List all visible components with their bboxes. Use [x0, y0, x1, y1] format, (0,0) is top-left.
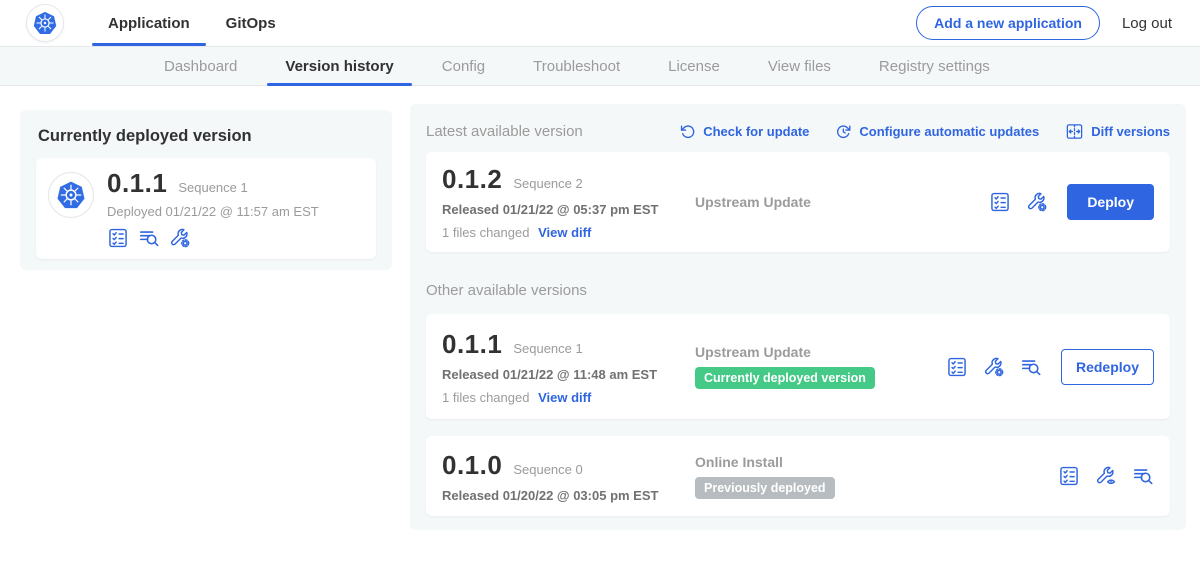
- tab-gitops[interactable]: GitOps: [208, 0, 294, 46]
- top-nav: Application GitOps Add a new application…: [0, 0, 1200, 46]
- tab-gitops-label: GitOps: [226, 15, 276, 32]
- deploy-logs-search-icon[interactable]: [138, 227, 160, 249]
- released-timestamp: Released 01/21/22 @ 11:48 am EST: [442, 367, 695, 382]
- configure-automatic-updates-label: Configure automatic updates: [859, 124, 1039, 139]
- currently-deployed-title: Currently deployed version: [38, 127, 376, 146]
- app-kubernetes-logo-icon: [48, 172, 94, 218]
- version-source-label: Online Install: [695, 454, 1058, 470]
- preflight-checklist-icon[interactable]: [107, 227, 129, 249]
- top-nav-right: Add a new application Log out: [916, 6, 1172, 40]
- version-number: 0.1.1: [442, 329, 502, 360]
- previously-deployed-badge: Previously deployed: [695, 477, 835, 499]
- diff-versions-link[interactable]: Diff versions: [1065, 122, 1170, 141]
- subnav-label: Version history: [285, 58, 393, 75]
- config-wrench-gear-icon[interactable]: [169, 227, 191, 249]
- version-sequence: Sequence 2: [513, 176, 582, 191]
- check-for-update-link[interactable]: Check for update: [679, 123, 809, 140]
- version-source-label: Upstream Update: [695, 194, 989, 210]
- latest-available-header: Latest available version: [426, 123, 583, 140]
- logout-button[interactable]: Log out: [1122, 15, 1172, 32]
- released-timestamp: Released 01/21/22 @ 05:37 pm EST: [442, 202, 695, 217]
- tab-application-label: Application: [108, 15, 190, 32]
- currently-deployed-panel: Currently deployed version 0.1.1 Sequenc…: [20, 110, 392, 270]
- view-diff-link[interactable]: View diff: [538, 225, 591, 240]
- app-subnav: Dashboard Version history Config Trouble…: [0, 46, 1200, 86]
- check-for-update-label: Check for update: [703, 124, 809, 139]
- version-card-0-1-1: 0.1.1 Sequence 1 Released 01/21/22 @ 11:…: [426, 314, 1170, 419]
- subnav-tab-dashboard[interactable]: Dashboard: [140, 47, 261, 85]
- deploy-button[interactable]: Deploy: [1067, 184, 1154, 220]
- subnav-tab-license[interactable]: License: [644, 47, 744, 85]
- subnav-tab-version-history[interactable]: Version history: [261, 47, 417, 85]
- preflight-checklist-icon[interactable]: [1058, 465, 1080, 487]
- subnav-label: Troubleshoot: [533, 58, 620, 75]
- deployed-version-number: 0.1.1: [107, 168, 167, 199]
- deployed-timestamp: Deployed 01/21/22 @ 11:57 am EST: [107, 204, 319, 219]
- version-card-0-1-0: 0.1.0 Sequence 0 Released 01/20/22 @ 03:…: [426, 436, 1170, 516]
- files-changed-label: 1 files changed: [442, 390, 529, 405]
- config-wrench-gear-icon[interactable]: [1026, 191, 1048, 213]
- kubernetes-logo-icon: [26, 4, 64, 42]
- version-sequence: Sequence 1: [513, 341, 582, 356]
- main-content: Currently deployed version 0.1.1 Sequenc…: [0, 86, 1200, 563]
- view-diff-link[interactable]: View diff: [538, 390, 591, 405]
- subnav-label: License: [668, 58, 720, 75]
- subnav-tab-view-files[interactable]: View files: [744, 47, 855, 85]
- deployed-version-card: 0.1.1 Sequence 1 Deployed 01/21/22 @ 11:…: [36, 158, 376, 259]
- config-wrench-eye-icon[interactable]: [1095, 465, 1117, 487]
- refresh-icon: [679, 123, 696, 140]
- diff-icon: [1065, 122, 1084, 141]
- deploy-logs-search-icon[interactable]: [1132, 465, 1154, 487]
- files-changed-label: 1 files changed: [442, 225, 529, 240]
- other-available-versions-header: Other available versions: [426, 282, 1170, 300]
- deployed-sequence: Sequence 1: [178, 180, 247, 195]
- preflight-checklist-icon[interactable]: [946, 356, 968, 378]
- subnav-label: Registry settings: [879, 58, 990, 75]
- preflight-checklist-icon[interactable]: [989, 191, 1011, 213]
- version-history-panel: Latest available version Check for updat…: [410, 104, 1186, 530]
- version-card-0-1-2: 0.1.2 Sequence 2 Released 01/21/22 @ 05:…: [426, 152, 1170, 252]
- subnav-label: View files: [768, 58, 831, 75]
- deploy-logs-search-icon[interactable]: [1020, 356, 1042, 378]
- version-number: 0.1.0: [442, 450, 502, 481]
- version-sequence: Sequence 0: [513, 462, 582, 477]
- version-number: 0.1.2: [442, 164, 502, 195]
- version-source-label: Upstream Update: [695, 344, 946, 360]
- subnav-tab-registry-settings[interactable]: Registry settings: [855, 47, 1014, 85]
- configure-automatic-updates-link[interactable]: Configure automatic updates: [835, 123, 1039, 140]
- subnav-tab-troubleshoot[interactable]: Troubleshoot: [509, 47, 644, 85]
- currently-deployed-badge: Currently deployed version: [695, 367, 875, 389]
- released-timestamp: Released 01/20/22 @ 03:05 pm EST: [442, 488, 695, 503]
- diff-versions-label: Diff versions: [1091, 124, 1170, 139]
- subnav-label: Config: [442, 58, 485, 75]
- config-wrench-gear-icon[interactable]: [983, 356, 1005, 378]
- subnav-label: Dashboard: [164, 58, 237, 75]
- app-tabs: Application GitOps: [90, 0, 294, 46]
- redeploy-button[interactable]: Redeploy: [1061, 349, 1154, 385]
- subnav-tab-config[interactable]: Config: [418, 47, 509, 85]
- tab-application[interactable]: Application: [90, 0, 208, 46]
- add-application-button[interactable]: Add a new application: [916, 6, 1100, 40]
- auto-update-icon: [835, 123, 852, 140]
